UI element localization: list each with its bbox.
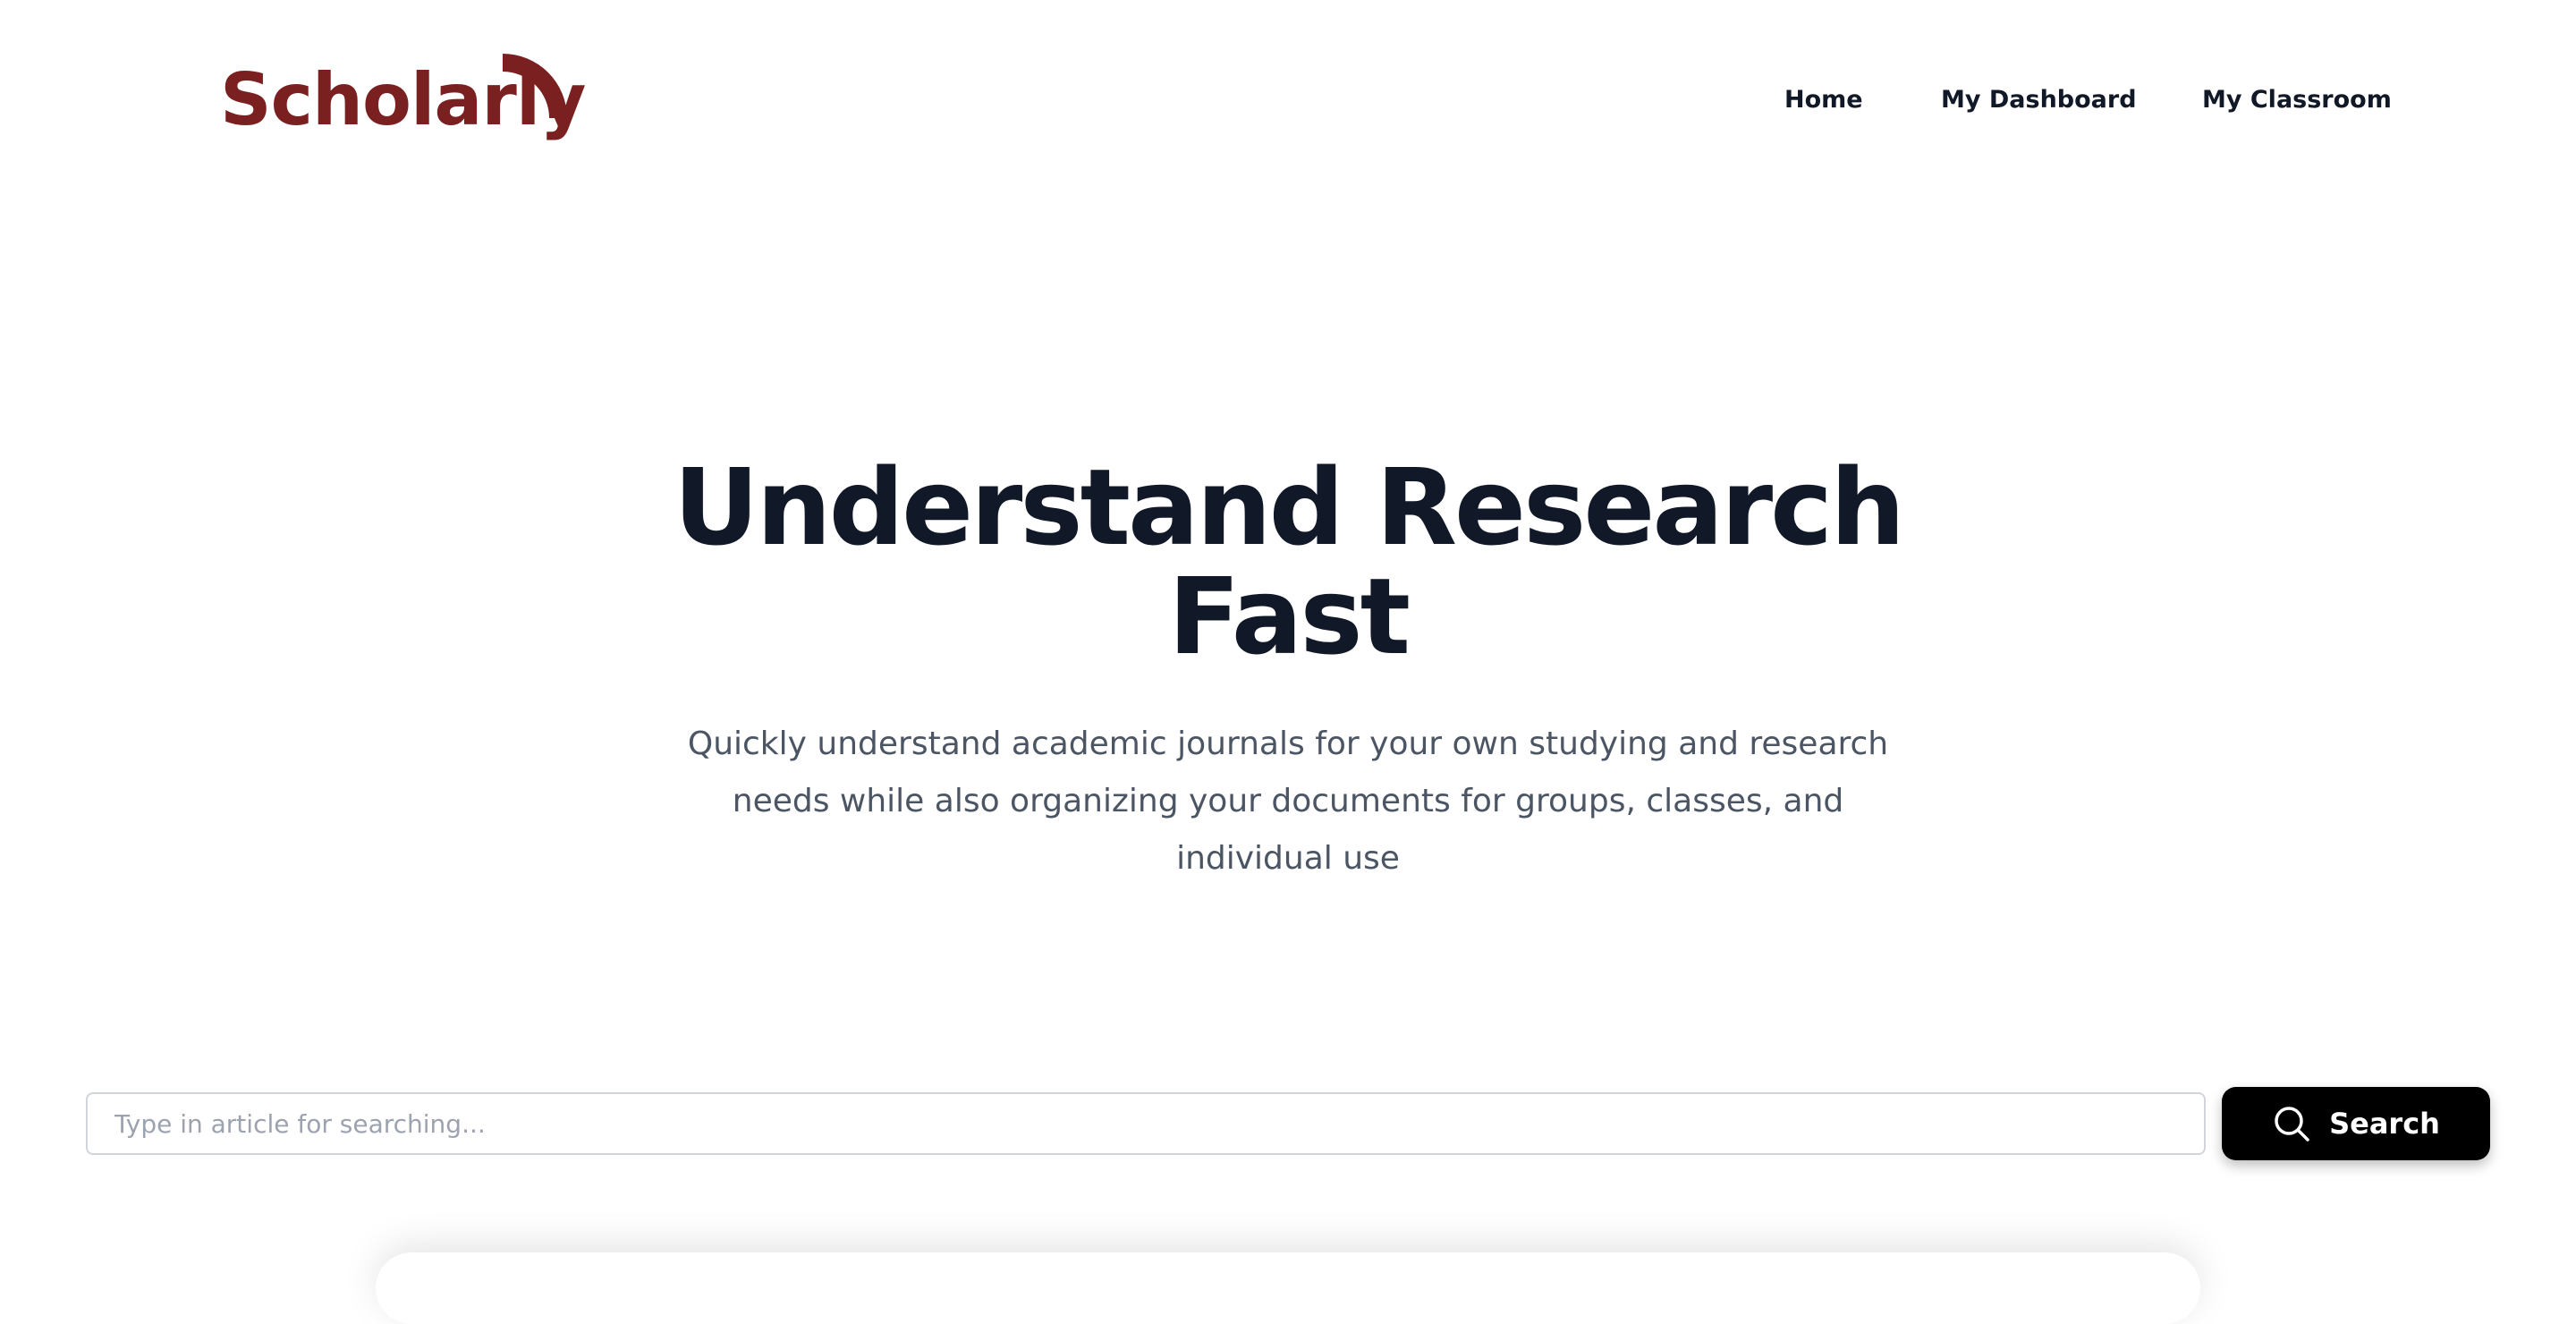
main-nav: Home My Dashboard My Classroom [0,82,2576,118]
site-header: Scholarly Home My Dashboard My Classroom [0,0,2576,179]
nav-home-link[interactable]: Home [1784,82,1863,118]
search-button-label: Search [2329,1107,2440,1141]
hero-title: Understand Research Fast [0,453,2576,671]
search-bar: Search [0,1087,2576,1160]
hero-title-line-1: Understand Research [673,446,1905,569]
search-input[interactable] [86,1092,2206,1155]
hero-title-line-2: Fast [1168,555,1411,678]
nav-classroom-link[interactable]: My Classroom [2202,82,2392,118]
search-button[interactable]: Search [2222,1087,2490,1160]
results-card-edge [376,1252,2200,1324]
nav-dashboard-link[interactable]: My Dashboard [1941,82,2137,118]
search-icon [2275,1107,2309,1142]
hero-subtitle: Quickly understand academic journals for… [687,726,1889,877]
